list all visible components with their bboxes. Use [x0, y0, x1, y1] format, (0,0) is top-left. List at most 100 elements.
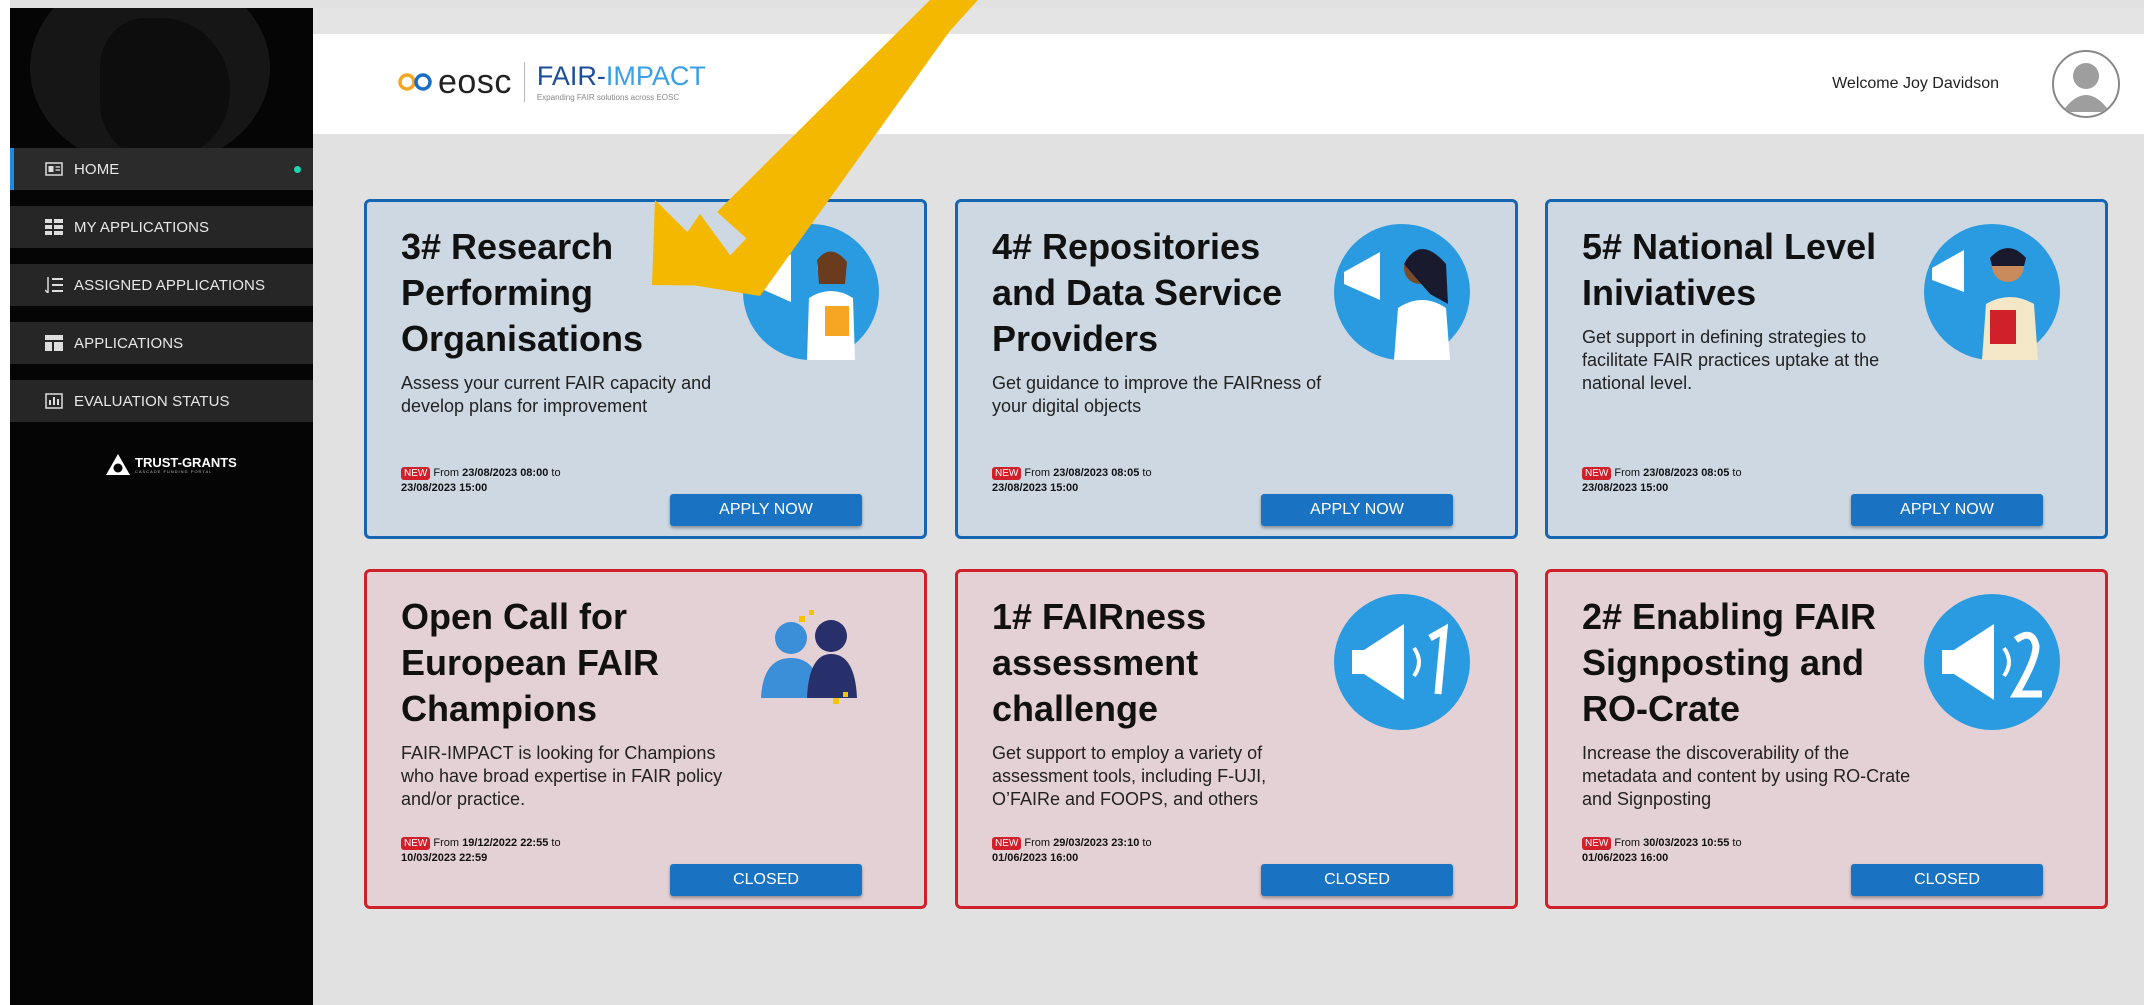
sidebar-item-label: EVALUATION STATUS — [74, 392, 230, 410]
card-title: 3# Research Performing Organisations — [401, 226, 644, 359]
to-label: to — [1142, 837, 1152, 849]
closed-button[interactable]: CLOSED — [670, 864, 862, 896]
start-date: 19/12/2022 22:55 — [462, 837, 549, 849]
start-date: 30/03/2023 10:55 — [1643, 837, 1730, 849]
start-date: 23/08/2023 08:00 — [462, 467, 549, 479]
trust-grants-logo: TRUST-GRANTS CASCADE FUNDING PORTAL — [105, 453, 237, 477]
apply-now-button[interactable]: APPLY NOW — [1851, 494, 2043, 526]
fair-impact-wordmark: FAIR-IMPACT — [536, 60, 706, 91]
start-date: 29/03/2023 23:10 — [1053, 837, 1140, 849]
logo-divider — [523, 62, 525, 102]
megaphone-headset-illustration — [1334, 224, 1470, 360]
welcome-text: Welcome Joy Davidson — [1832, 75, 1999, 92]
call-card-repositories: 4# Repositories and Data Service Provide… — [955, 199, 1518, 539]
sidebar-item-label: MY APPLICATIONS — [74, 218, 210, 236]
from-label: From — [1024, 467, 1051, 479]
card-title: 5# National Level Iniviatives — [1582, 226, 1877, 313]
call-card-fairness-assessment: 1# FAIRness assessment challenge Get sup… — [955, 569, 1518, 909]
new-badge: NEW — [1582, 467, 1612, 480]
start-date: 23/08/2023 08:05 — [1053, 467, 1140, 479]
to-label: to — [1732, 837, 1742, 849]
left-margin — [0, 0, 10, 1005]
from-label: From — [1614, 467, 1641, 479]
fair-impact-prefix: FAIR- — [536, 60, 606, 91]
call-card-research-organisations: 3# Research Performing Organisations Ass… — [364, 199, 927, 539]
card-date-range: NEW From 19/12/2022 22:55 to 10/03/2023 22… — [401, 836, 601, 866]
sidebar-nav: HOME MY APPLICATIONS ASSIGNED APPLICATIO… — [10, 148, 313, 438]
apply-now-button[interactable]: APPLY NOW — [670, 494, 862, 526]
sidebar-item-label: HOME — [74, 160, 120, 178]
card-title: 1# FAIRness assessment challenge — [992, 596, 1207, 729]
from-label: From — [433, 837, 460, 849]
to-label: to — [551, 837, 561, 849]
eosc-infinity-icon — [398, 73, 432, 91]
card-date-range: NEW From 23/08/2023 08:05 to 23/08/2023 15… — [992, 466, 1192, 496]
apply-now-button[interactable]: APPLY NOW — [1261, 494, 1453, 526]
eosc-wordmark: eosc — [438, 62, 512, 101]
sidebar-item-my-applications[interactable]: MY APPLICATIONS — [10, 206, 313, 248]
card-date-range: NEW From 23/08/2023 08:05 to 23/08/2023 15… — [1582, 466, 1782, 496]
new-badge: NEW — [992, 467, 1022, 480]
fair-impact-highlight: IMPACT — [605, 60, 706, 91]
from-label: From — [433, 467, 460, 479]
new-badge: NEW — [401, 837, 431, 850]
card-description: FAIR-IMPACT is looking for Champions who… — [401, 743, 723, 809]
chart-icon — [44, 393, 64, 409]
sidebar-item-label: ASSIGNED APPLICATIONS — [74, 276, 266, 294]
card-description: Assess your current FAIR capacity and de… — [401, 373, 712, 416]
call-card-national-initiatives: 5# National Level Iniviatives Get suppor… — [1545, 199, 2108, 539]
from-label: From — [1024, 837, 1051, 849]
to-label: to — [1142, 467, 1152, 479]
to-label: to — [1732, 467, 1742, 479]
sidebar: HOME MY APPLICATIONS ASSIGNED APPLICATIO… — [10, 8, 313, 1005]
champions-silhouette-illustration — [743, 594, 879, 730]
new-badge: NEW — [992, 837, 1022, 850]
sidebar-logo-watermark-inner — [100, 18, 230, 158]
closed-button[interactable]: CLOSED — [1851, 864, 2043, 896]
call-card-fair-champions: Open Call for European FAIR Champions FA… — [364, 569, 927, 909]
card-description: Get support to employ a variety of asses… — [992, 743, 1267, 809]
active-indicator-dot — [294, 166, 301, 173]
call-card-signposting-ro-crate: 2# Enabling FAIR Signposting and RO-Crat… — [1545, 569, 2108, 909]
list-icon — [44, 219, 64, 235]
end-date: 23/08/2023 15:00 — [1582, 482, 1669, 494]
end-date: 01/06/2023 16:00 — [992, 852, 1079, 864]
card-description: Get support in defining strategies to fa… — [1582, 327, 1880, 393]
card-description: Get guidance to improve the FAIRness of … — [992, 373, 1322, 416]
page-header: eosc FAIR-IMPACT Expanding FAIR solution… — [313, 34, 2144, 134]
sidebar-item-applications[interactable]: APPLICATIONS — [10, 322, 313, 364]
end-date: 23/08/2023 15:00 — [401, 482, 488, 494]
home-icon — [44, 161, 64, 177]
end-date: 01/06/2023 16:00 — [1582, 852, 1669, 864]
start-date: 23/08/2023 08:05 — [1643, 467, 1730, 479]
man-with-book-illustration — [1924, 224, 2060, 360]
card-date-range: NEW From 29/03/2023 23:10 to 01/06/2023 16… — [992, 836, 1192, 866]
card-description: Increase the discoverability of the meta… — [1582, 743, 1911, 809]
from-label: From — [1614, 837, 1641, 849]
assigned-list-icon — [44, 277, 64, 293]
card-title: Open Call for European FAIR Champions — [401, 596, 660, 729]
user-avatar-icon — [2062, 63, 2110, 112]
to-label: to — [551, 467, 561, 479]
sidebar-item-home[interactable]: HOME — [10, 148, 313, 190]
card-date-range: NEW From 30/03/2023 10:55 to 01/06/2023 16… — [1582, 836, 1782, 866]
closed-button[interactable]: CLOSED — [1261, 864, 1453, 896]
new-badge: NEW — [401, 467, 431, 480]
megaphone-two-illustration — [1924, 594, 2060, 730]
card-title: 4# Repositories and Data Service Provide… — [992, 226, 1283, 359]
new-badge: NEW — [1582, 837, 1612, 850]
megaphone-one-illustration — [1334, 594, 1470, 730]
trust-grants-icon — [106, 454, 130, 475]
eosc-fair-impact-logo: eosc FAIR-IMPACT Expanding FAIR solution… — [398, 62, 706, 102]
megaphone-researcher-illustration — [743, 224, 879, 360]
end-date: 10/03/2023 22:59 — [401, 852, 488, 864]
avatar[interactable] — [2052, 50, 2120, 118]
sidebar-item-assigned-applications[interactable]: ASSIGNED APPLICATIONS — [10, 264, 313, 306]
fair-impact-tagline: Expanding FAIR solutions across EOSC — [536, 92, 680, 102]
trust-grants-logo-text: TRUST-GRANTS — [135, 455, 237, 470]
card-title: 2# Enabling FAIR Signposting and RO-Crat… — [1582, 596, 1877, 729]
end-date: 23/08/2023 15:00 — [992, 482, 1079, 494]
grid-icon — [44, 335, 64, 351]
card-date-range: NEW From 23/08/2023 08:00 to 23/08/2023 15… — [401, 466, 601, 496]
sidebar-item-evaluation-status[interactable]: EVALUATION STATUS — [10, 380, 313, 422]
